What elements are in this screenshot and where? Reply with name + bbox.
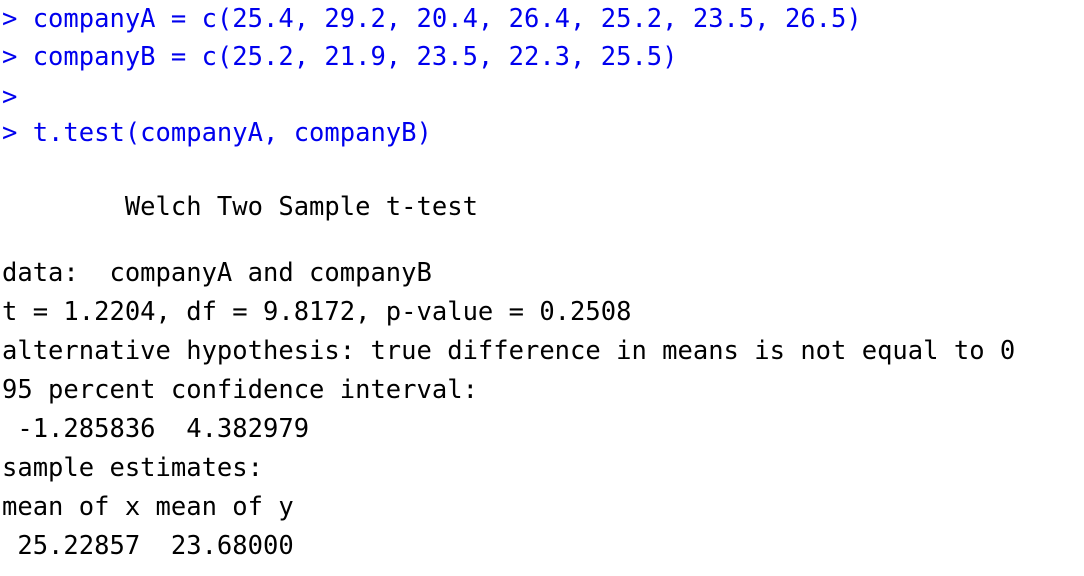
console-line-input-companyb: > companyB = c(25.2, 21.9, 23.5, 22.3, 2… — [2, 42, 678, 72]
r-console-output[interactable]: > companyA = c(25.4, 29.2, 20.4, 26.4, 2… — [0, 0, 1084, 576]
console-line-estimates-label: sample estimates: — [2, 453, 263, 483]
console-line-ci-values: -1.285836 4.382979 — [2, 414, 310, 444]
console-line-data-label: data: companyA and companyB — [2, 258, 432, 288]
console-line-test-statistics: t = 1.2204, df = 9.8172, p-value = 0.250… — [2, 297, 632, 327]
console-line-mean-values: 25.22857 23.68000 — [2, 531, 294, 561]
console-line-mean-headers: mean of x mean of y — [2, 492, 294, 522]
console-line-alternative: alternative hypothesis: true difference … — [2, 336, 1016, 366]
console-line-test-title: Welch Two Sample t-test — [2, 192, 478, 222]
console-line-empty-prompt: > — [2, 82, 18, 112]
console-line-ci-label: 95 percent confidence interval: — [2, 375, 478, 405]
console-line-input-companya: > companyA = c(25.4, 29.2, 20.4, 26.4, 2… — [2, 4, 862, 34]
console-line-spacer-top — [2, 152, 17, 190]
console-line-input-ttest-call: > t.test(companyA, companyB) — [2, 118, 432, 148]
